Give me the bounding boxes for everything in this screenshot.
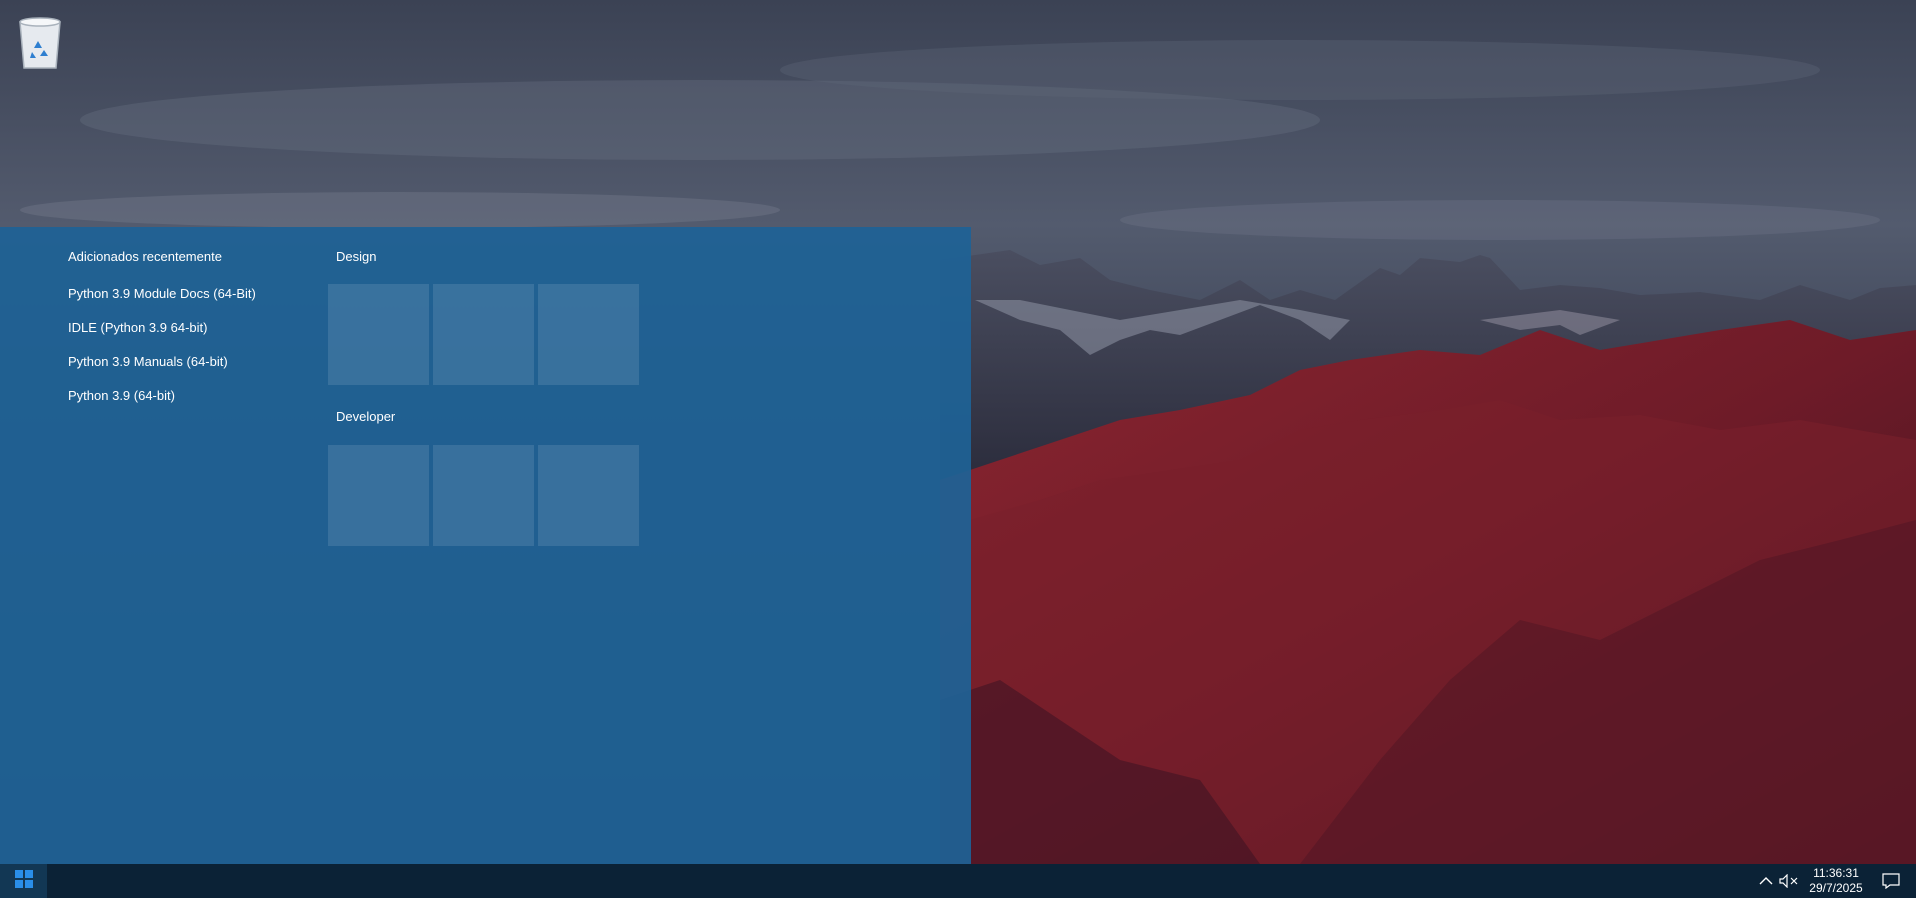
action-center-icon[interactable] [1878,864,1904,898]
tile-design-1[interactable] [328,284,429,385]
windows-logo-icon [14,869,33,893]
recent-item-idle[interactable]: IDLE (Python 3.9 64-bit) [58,311,256,345]
speaker-muted-icon[interactable] [1777,864,1801,898]
group-title-design: Design [336,249,377,264]
recycle-bin-icon[interactable] [12,8,68,72]
taskbar: 11:36:31 29/7/2025 [0,864,1916,898]
start-button[interactable] [0,864,47,898]
tile-developer-3[interactable] [538,445,639,546]
tile-developer-2[interactable] [433,445,534,546]
desktop: Adicionados recentemente Python 3.9 Modu… [0,0,1916,898]
recent-item-python[interactable]: Python 3.9 (64-bit) [58,379,256,413]
recent-header: Adicionados recentemente [68,249,222,264]
tile-developer-1[interactable] [328,445,429,546]
start-menu: Adicionados recentemente Python 3.9 Modu… [0,227,971,864]
tile-design-3[interactable] [538,284,639,385]
recent-apps-list: Python 3.9 Module Docs (64-Bit) IDLE (Py… [58,277,256,413]
tile-design-2[interactable] [433,284,534,385]
clock-time: 11:36:31 [1813,866,1859,880]
group-title-developer: Developer [336,409,396,424]
clock[interactable]: 11:36:31 29/7/2025 [1800,866,1872,896]
recent-item-python-module-docs[interactable]: Python 3.9 Module Docs (64-Bit) [58,277,256,311]
chevron-up-icon[interactable] [1757,864,1775,898]
recent-item-python-manuals[interactable]: Python 3.9 Manuals (64-bit) [58,345,256,379]
clock-date: 29/7/2025 [1809,881,1863,895]
